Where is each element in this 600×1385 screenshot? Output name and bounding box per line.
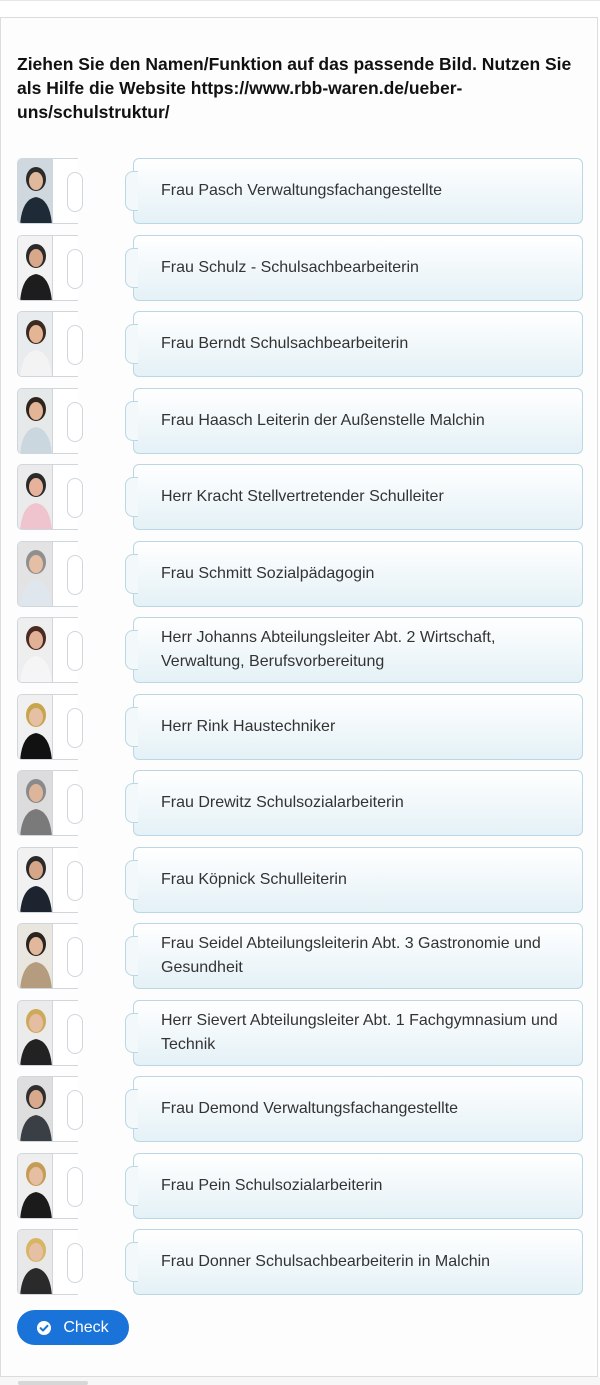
card-tab (125, 324, 138, 364)
check-button-label: Check (63, 1318, 109, 1336)
card-label: Frau Haasch Leiterin der Außenstelle Mal… (161, 411, 485, 429)
draggable-label-card[interactable]: Frau Haasch Leiterin der Außenstelle Mal… (125, 387, 583, 454)
card-label: Herr Johanns Abteilungsleiter Abt. 2 Wir… (161, 629, 496, 670)
draggable-label-card[interactable]: Frau Drewitz Schulsozialarbeiterin (125, 770, 583, 836)
check-circle-icon (37, 1320, 52, 1335)
card-label: Frau Demond Verwaltungsfachangestellte (161, 1100, 459, 1117)
drop-zone[interactable] (53, 464, 83, 530)
match-row: Frau Berndt Schulsachbearbeiterin (17, 311, 583, 377)
match-row: Frau Pasch Verwaltungsfachangestellte (17, 158, 583, 224)
match-row: Frau Schmitt Sozialpädagogin (17, 540, 583, 607)
portrait-image (17, 1152, 53, 1219)
portrait-image (17, 923, 53, 989)
card-tab (125, 1012, 138, 1053)
card-label: Frau Köpnick Schulleiterin (161, 870, 347, 888)
match-row: Frau Schulz - Schulsachbearbeiterin (17, 234, 583, 301)
match-row: Frau Haasch Leiterin der Außenstelle Mal… (17, 387, 583, 454)
draggable-label-card[interactable]: Frau Schmitt Sozialpädagogin (125, 540, 583, 607)
portrait-image (17, 846, 53, 913)
card-tab (125, 553, 138, 594)
portrait-image (17, 770, 53, 836)
bottom-edge (0, 1377, 600, 1385)
portrait-image (17, 540, 53, 607)
drop-zone[interactable] (53, 617, 83, 683)
drop-zone[interactable] (53, 158, 83, 224)
match-row: Frau Demond Verwaltungsfachangestellte (17, 1076, 583, 1142)
card-label: Frau Donner Schulsachbearbeiterin in Mal… (161, 1253, 491, 1270)
card-label: Frau Seidel Abteilungsleiterin Abt. 3 Ga… (161, 935, 541, 976)
match-row: Frau Pein Schulsozialarbeiterin (17, 1152, 583, 1219)
portrait-image (17, 999, 53, 1066)
task-instruction: Ziehen Sie den Namen/Funktion auf das pa… (17, 54, 572, 122)
card-tab (125, 630, 138, 670)
card-label: Herr Rink Haustechniker (161, 717, 336, 735)
match-row: Herr Rink Haustechniker (17, 693, 583, 760)
drop-zone[interactable] (53, 1076, 83, 1142)
card-label: Frau Berndt Schulsachbearbeiterin (161, 335, 409, 352)
draggable-label-card[interactable]: Frau Demond Verwaltungsfachangestellte (125, 1076, 583, 1142)
card-tab (125, 247, 138, 288)
draggable-label-card[interactable]: Frau Pein Schulsozialarbeiterin (125, 1152, 583, 1219)
portrait-image (17, 387, 53, 454)
card-tab (125, 477, 138, 517)
drop-zone[interactable] (53, 387, 83, 454)
match-row: Frau Köpnick Schulleiterin (17, 846, 583, 913)
drop-zone[interactable] (53, 999, 83, 1066)
match-row: Frau Seidel Abteilungsleiterin Abt. 3 Ga… (17, 923, 583, 989)
portrait-image (17, 158, 53, 224)
match-row: Frau Drewitz Schulsozialarbeiterin (17, 770, 583, 836)
card-label: Frau Schmitt Sozialpädagogin (161, 564, 375, 582)
card-label: Herr Kracht Stellvertretender Schulleite… (161, 488, 444, 505)
portrait-image (17, 311, 53, 377)
portrait-image (17, 1229, 53, 1295)
card-tab (125, 171, 138, 211)
portrait-image (17, 617, 53, 683)
drop-zone[interactable] (53, 540, 83, 607)
match-row: Herr Kracht Stellvertretender Schulleite… (17, 464, 583, 530)
card-label: Herr Sievert Abteilungsleiter Abt. 1 Fac… (161, 1011, 558, 1053)
card-label: Frau Pasch Verwaltungsfachangestellte (161, 182, 443, 199)
draggable-label-card[interactable]: Herr Kracht Stellvertretender Schulleite… (125, 464, 583, 530)
card-tab (125, 1165, 138, 1206)
card-tab (125, 1242, 138, 1282)
drop-zone[interactable] (53, 693, 83, 760)
draggable-label-card[interactable]: Frau Köpnick Schulleiterin (125, 846, 583, 913)
portrait-image (17, 234, 53, 301)
drop-zone[interactable] (53, 311, 83, 377)
drop-zone[interactable] (53, 1152, 83, 1219)
card-tab (125, 706, 138, 747)
portrait-image (17, 464, 53, 530)
card-label: Frau Drewitz Schulsozialarbeiterin (161, 794, 404, 811)
drop-zone[interactable] (53, 1229, 83, 1295)
card-tab (125, 936, 138, 976)
card-tab (125, 1089, 138, 1129)
drag-drop-list: Frau Pasch Verwaltungsfachangestellte Fra… (17, 158, 583, 1306)
drop-zone[interactable] (53, 770, 83, 836)
draggable-label-card[interactable]: Herr Sievert Abteilungsleiter Abt. 1 Fac… (125, 999, 583, 1066)
portrait-image (17, 1076, 53, 1142)
draggable-label-card[interactable]: Frau Schulz - Schulsachbearbeiterin (125, 234, 583, 301)
top-border (0, 0, 600, 1)
card-label: Frau Schulz - Schulsachbearbeiterin (161, 258, 419, 276)
match-row: Herr Johanns Abteilungsleiter Abt. 2 Wir… (17, 617, 583, 683)
match-row: Frau Donner Schulsachbearbeiterin in Mal… (17, 1229, 583, 1295)
drop-zone[interactable] (53, 846, 83, 913)
card-tab (125, 783, 138, 823)
draggable-label-card[interactable]: Herr Johanns Abteilungsleiter Abt. 2 Wir… (125, 617, 583, 683)
match-row: Herr Sievert Abteilungsleiter Abt. 1 Fac… (17, 999, 583, 1066)
draggable-label-card[interactable]: Frau Donner Schulsachbearbeiterin in Mal… (125, 1229, 583, 1295)
drop-zone[interactable] (53, 234, 83, 301)
check-button[interactable]: Check (17, 1310, 129, 1345)
draggable-label-card[interactable]: Frau Pasch Verwaltungsfachangestellte (125, 158, 583, 224)
draggable-label-card[interactable]: Herr Rink Haustechniker (125, 693, 583, 760)
drop-zone[interactable] (53, 923, 83, 989)
portrait-image (17, 693, 53, 760)
card-tab (125, 400, 138, 441)
draggable-label-card[interactable]: Frau Seidel Abteilungsleiterin Abt. 3 Ga… (125, 923, 583, 989)
draggable-label-card[interactable]: Frau Berndt Schulsachbearbeiterin (125, 311, 583, 377)
card-tab (125, 859, 138, 900)
card-label: Frau Pein Schulsozialarbeiterin (161, 1176, 383, 1194)
